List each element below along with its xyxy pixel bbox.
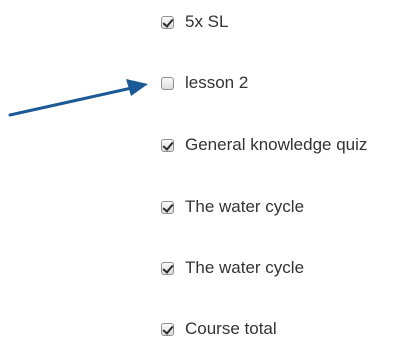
checkbox-icon[interactable] <box>161 76 174 90</box>
list-item[interactable]: Course total <box>158 317 277 341</box>
list-item[interactable]: lesson 2 <box>158 71 248 95</box>
list-item[interactable]: General knowledge quiz <box>158 133 367 157</box>
item-label: General knowledge quiz <box>185 135 368 154</box>
list-item[interactable]: The water cycle <box>158 256 304 280</box>
checkbox-icon[interactable] <box>161 200 174 214</box>
checkbox-icon[interactable] <box>161 261 174 275</box>
item-label: lesson 2 <box>185 73 249 92</box>
list-item[interactable]: The water cycle <box>158 195 304 219</box>
list-item[interactable]: 5x SL <box>158 10 228 34</box>
checkbox-icon[interactable] <box>161 15 174 29</box>
arrow-icon <box>8 79 148 117</box>
checkbox-icon[interactable] <box>161 138 174 152</box>
item-label: The water cycle <box>185 197 305 216</box>
item-label: The water cycle <box>185 258 305 277</box>
checkbox-icon[interactable] <box>161 322 174 336</box>
item-label: Course total <box>185 319 277 338</box>
item-label: 5x SL <box>185 12 229 31</box>
